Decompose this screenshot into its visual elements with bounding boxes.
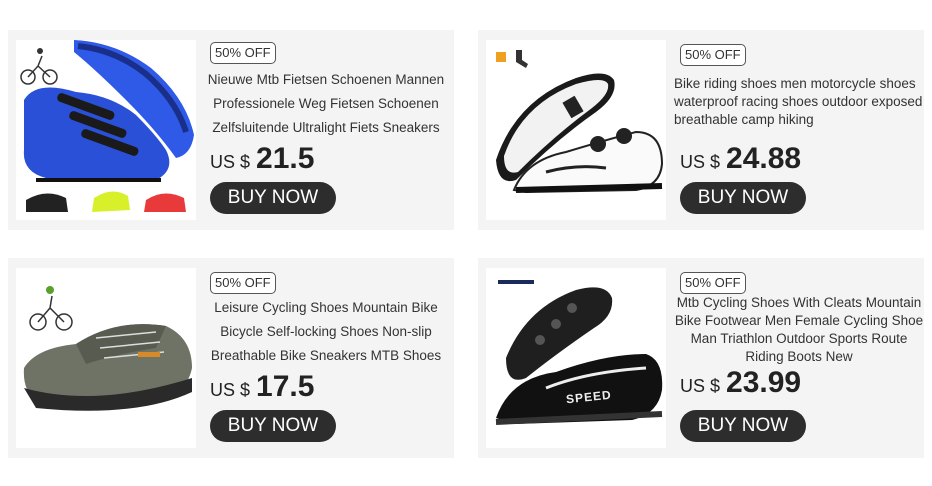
white-road-cycling-shoe-icon xyxy=(496,50,664,194)
product-title[interactable]: Leisure Cycling Shoes Mountain Bike Bicy… xyxy=(200,296,452,368)
product-image[interactable]: SPEED xyxy=(486,268,666,448)
price-currency: US $ xyxy=(210,380,251,400)
product-price: US $24.88 xyxy=(680,142,801,176)
price-currency: US $ xyxy=(680,376,721,396)
buy-now-button[interactable]: BUY NOW xyxy=(680,182,806,214)
product-title[interactable]: Mtb Cycling Shoes With Cleats Mountain B… xyxy=(674,294,924,366)
product-image[interactable] xyxy=(16,40,196,220)
black-speed-cycling-shoe-icon xyxy=(495,280,663,425)
price-amount: 21.5 xyxy=(256,142,315,175)
product-price: US $23.99 xyxy=(680,366,801,400)
grey-mesh-cycling-shoe-icon xyxy=(23,286,192,411)
product-card[interactable]: 50% OFF Bike riding shoes men motorcycle… xyxy=(478,30,924,230)
discount-badge: 50% OFF xyxy=(210,272,276,294)
product-image[interactable] xyxy=(16,268,196,448)
price-currency: US $ xyxy=(680,152,721,172)
discount-badge: 50% OFF xyxy=(680,272,746,294)
blue-cycling-shoe-icon xyxy=(20,40,194,212)
product-title[interactable]: Nieuwe Mtb Fietsen Schoenen Mannen Profe… xyxy=(200,68,452,140)
product-card[interactable]: SPEED 50% OFF Mtb Cycling Shoes With Cle… xyxy=(478,258,924,458)
product-card[interactable]: 50% OFF Leisure Cycling Shoes Mountain B… xyxy=(8,258,454,458)
price-currency: US $ xyxy=(210,152,251,172)
product-image[interactable] xyxy=(486,40,666,220)
price-amount: 17.5 xyxy=(256,370,315,403)
product-title[interactable]: Bike riding shoes men motorcycle shoes w… xyxy=(674,75,924,129)
price-amount: 24.88 xyxy=(726,142,802,175)
price-amount: 23.99 xyxy=(726,366,802,399)
discount-badge: 50% OFF xyxy=(210,42,276,64)
buy-now-button[interactable]: BUY NOW xyxy=(210,182,336,214)
buy-now-button[interactable]: BUY NOW xyxy=(680,410,806,442)
discount-badge: 50% OFF xyxy=(680,44,746,66)
product-price: US $17.5 xyxy=(210,370,314,404)
product-price: US $21.5 xyxy=(210,142,314,176)
product-card[interactable]: 50% OFF Nieuwe Mtb Fietsen Schoenen Mann… xyxy=(8,30,454,230)
buy-now-button[interactable]: BUY NOW xyxy=(210,410,336,442)
